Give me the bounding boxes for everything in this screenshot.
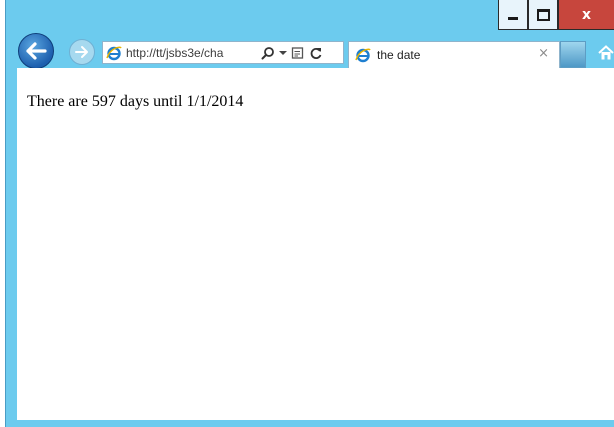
maximize-icon: [536, 8, 550, 21]
minimize-icon: [508, 17, 518, 20]
search-button[interactable]: [260, 44, 276, 62]
address-url[interactable]: http://tt/jsbs3e/cha: [126, 46, 258, 60]
close-icon: x: [581, 6, 592, 23]
page-content: There are 597 days until 1/1/2014: [17, 68, 614, 420]
page-message: There are 597 days until 1/1/2014: [27, 93, 244, 110]
refresh-icon: [310, 47, 322, 59]
refresh-button[interactable]: [308, 44, 324, 62]
new-tab-button[interactable]: [560, 41, 586, 68]
back-button[interactable]: [18, 33, 54, 69]
minimize-button[interactable]: [498, 0, 528, 30]
address-dropdown-button[interactable]: [278, 44, 288, 62]
tab-ie-logo-icon: [355, 48, 371, 63]
dropdown-icon: [279, 50, 287, 55]
home-button[interactable]: [597, 43, 614, 63]
forward-button[interactable]: [69, 39, 95, 65]
close-window-button[interactable]: x: [558, 0, 614, 30]
tab-active[interactable]: the date ×: [348, 41, 560, 68]
search-icon: [261, 46, 274, 59]
browser-window: x http://tt/jsbs3e/cha the date × There …: [5, 0, 614, 427]
ie-logo-icon: [106, 46, 122, 60]
home-icon: [598, 45, 614, 60]
compatibility-view-icon: [291, 46, 304, 59]
tab-title: the date: [377, 48, 421, 62]
forward-arrow-icon: [75, 46, 88, 58]
address-bar[interactable]: http://tt/jsbs3e/cha: [102, 41, 344, 64]
back-arrow-icon: [26, 42, 47, 60]
compatibility-view-button[interactable]: [290, 44, 306, 62]
tab-close-button[interactable]: ×: [538, 46, 549, 61]
maximize-button[interactable]: [528, 0, 558, 30]
